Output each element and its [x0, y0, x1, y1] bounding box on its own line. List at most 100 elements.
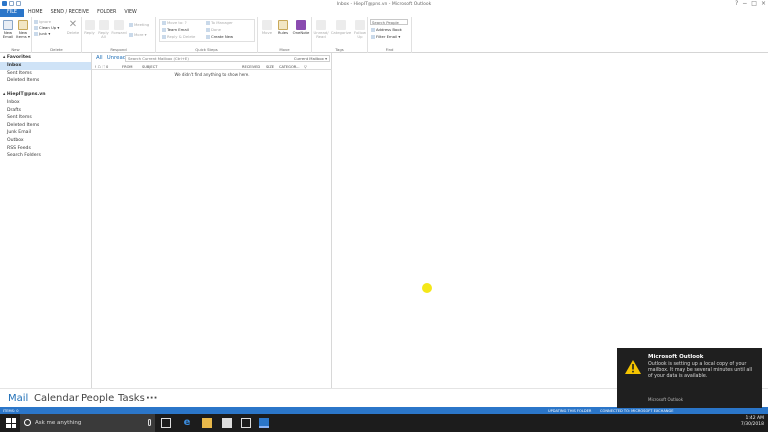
account-header[interactable]: ▴ HiepIT@pns.vn — [0, 90, 91, 99]
column-from[interactable]: FROM — [122, 65, 133, 69]
meeting-button[interactable]: Meeting — [129, 22, 149, 27]
folder-rss-feeds[interactable]: RSS Feeds — [0, 144, 91, 152]
start-tile — [6, 418, 11, 423]
folder-inbox[interactable]: Inbox — [0, 99, 91, 107]
address-book-button[interactable]: Address Book — [371, 27, 402, 32]
group-label-delete: Delete — [50, 47, 63, 52]
module-tasks[interactable]: Tasks — [118, 393, 145, 404]
system-clock[interactable]: 1:42 AM 7/30/2018 — [741, 416, 764, 428]
onenote-button[interactable]: OneNote — [291, 20, 311, 35]
quick-step-done[interactable]: Done — [206, 27, 221, 32]
junk-button[interactable]: Junk ▾ — [34, 31, 50, 36]
file-explorer-icon[interactable] — [202, 418, 212, 428]
reading-pane — [333, 53, 768, 388]
folder-sent-items[interactable]: Sent Items — [0, 114, 91, 122]
column-categories[interactable]: CATEGOR... — [279, 65, 300, 69]
column-filter-icon[interactable]: ▽ — [304, 65, 307, 69]
address-book-icon — [371, 28, 375, 32]
more-respond-button[interactable]: More ▾ — [129, 32, 147, 37]
filter-unread[interactable]: Unread — [107, 55, 127, 61]
filter-all[interactable]: All — [96, 55, 103, 61]
folder-junk-email[interactable]: Junk Email — [0, 129, 91, 137]
search-scope-dropdown[interactable]: Current Mailbox ▾ — [294, 56, 327, 62]
task-view-icon[interactable] — [161, 418, 171, 428]
column-flags[interactable]: ! ☖ 🗋 0 — [95, 65, 108, 71]
folder-drafts[interactable]: Drafts — [0, 106, 91, 114]
tab-folder[interactable]: FOLDER — [93, 9, 120, 17]
to-manager-icon — [206, 21, 210, 25]
quick-step-to-manager[interactable]: To Manager — [206, 20, 233, 25]
outlook-taskbar-icon[interactable] — [259, 418, 269, 428]
create-new-icon — [206, 35, 210, 39]
cortana-search-box[interactable]: Ask me anything — [20, 414, 155, 432]
junk-icon — [34, 32, 38, 36]
favorite-inbox[interactable]: Inbox — [0, 62, 91, 70]
folder-deleted-items[interactable]: Deleted Items — [0, 122, 91, 130]
quick-step-create-new[interactable]: Create New — [206, 34, 233, 39]
delete-button[interactable]: ✕ Delete — [65, 20, 81, 35]
tab-send-receive[interactable]: SEND / RECEIVE — [47, 9, 94, 17]
follow-up-button[interactable]: Follow Up — [353, 20, 367, 40]
notification-toast[interactable]: Microsoft Outlook Outlook is setting up … — [617, 348, 762, 408]
column-received[interactable]: RECEIVED — [242, 65, 260, 69]
flag-icon — [355, 20, 365, 30]
list-filters: All Unread — [96, 55, 126, 61]
move-to-icon — [162, 21, 166, 25]
quick-step-move-to[interactable]: Move to: ? — [162, 20, 187, 25]
module-people[interactable]: People — [81, 393, 114, 404]
forward-icon — [114, 20, 124, 30]
outlook-window: Inbox - HiepIT@pns.vn - Microsoft Outloo… — [0, 0, 768, 432]
column-subject[interactable]: SUBJECT — [142, 65, 157, 69]
quick-step-reply-delete[interactable]: Reply & Delete — [162, 34, 195, 39]
favorite-deleted-items[interactable]: Deleted Items — [0, 77, 91, 85]
mail-app-icon[interactable] — [241, 418, 251, 428]
filter-email-button[interactable]: Filter Email ▾ — [371, 34, 400, 39]
unread-read-button[interactable]: Unread/ Read — [313, 20, 329, 40]
windows-taskbar: Ask me anything e 1:42 AM 7/30/2018 — [0, 414, 768, 432]
cortana-icon — [24, 419, 31, 426]
clean-up-button[interactable]: Clean Up ▾ — [34, 25, 59, 30]
favorites-header[interactable]: ▴ Favorites — [0, 53, 91, 62]
move-icon — [262, 20, 272, 30]
reply-all-button[interactable]: Reply All — [97, 20, 110, 40]
quick-step-team-email[interactable]: Team Email — [162, 27, 189, 32]
more-icon — [129, 33, 133, 37]
folder-search-folders[interactable]: Search Folders — [0, 152, 91, 160]
start-tile — [11, 423, 16, 428]
group-new: New Email New Items ▾ New — [0, 17, 32, 53]
minimize-button[interactable]: − — [742, 0, 747, 7]
rules-button[interactable]: Rules — [276, 20, 290, 35]
group-label-move: Move — [279, 47, 290, 52]
favorite-sent-items[interactable]: Sent Items — [0, 70, 91, 78]
folder-outbox[interactable]: Outbox — [0, 137, 91, 145]
toast-message: Outlook is setting up a local copy of yo… — [648, 362, 753, 379]
module-mail[interactable]: Mail — [8, 393, 28, 404]
tab-view[interactable]: VIEW — [120, 9, 140, 17]
reply-icon — [84, 20, 95, 30]
edge-browser-icon[interactable]: e — [182, 418, 192, 428]
rules-icon — [278, 20, 288, 30]
module-calendar[interactable]: Calendar — [34, 393, 79, 404]
new-items-button[interactable]: New Items ▾ — [15, 20, 31, 40]
categorize-button[interactable]: Categorize — [330, 20, 352, 35]
column-size[interactable]: SIZE — [266, 65, 274, 69]
tab-home[interactable]: HOME — [24, 9, 47, 17]
microphone-icon[interactable] — [148, 419, 151, 426]
mailbox-search-input[interactable]: Search Current Mailbox (Ctrl+E) Current … — [125, 55, 330, 62]
search-people-input[interactable]: Search People — [370, 19, 408, 25]
tab-file[interactable]: FILE — [0, 9, 24, 17]
maximize-button[interactable]: □ — [751, 0, 757, 7]
move-button[interactable]: Move — [259, 20, 275, 35]
window-title: Inbox - HiepIT@pns.vn - Microsoft Outloo… — [336, 1, 432, 7]
more-modules-button[interactable]: ··· — [146, 393, 157, 404]
new-email-button[interactable]: New Email — [1, 20, 15, 40]
close-button[interactable]: × — [761, 0, 766, 7]
connection-status: CONNECTED TO: MICROSOFT EXCHANGE — [600, 408, 674, 413]
forward-button[interactable]: Forward — [111, 20, 127, 35]
start-button[interactable] — [6, 418, 16, 428]
help-button[interactable]: ? — [735, 0, 738, 7]
store-icon[interactable] — [222, 418, 232, 428]
ignore-button[interactable]: Ignore — [34, 19, 51, 24]
group-label-tags: Tags — [335, 47, 344, 52]
reply-button[interactable]: Reply — [83, 20, 96, 35]
